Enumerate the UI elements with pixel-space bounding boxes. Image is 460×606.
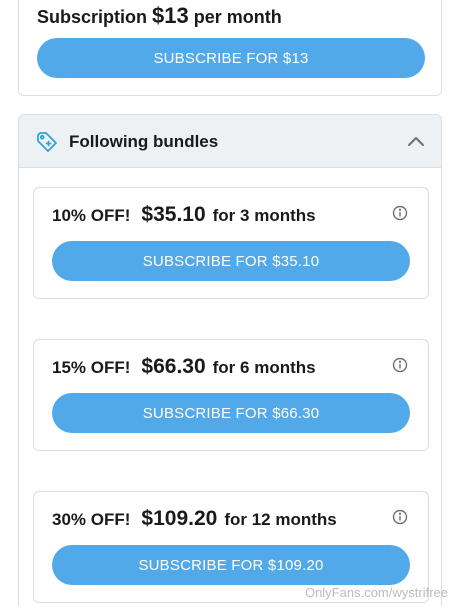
bundle-offer-line: 10% OFF! $35.10 for 3 months: [52, 203, 316, 227]
bundles-section: Following bundles 10% OFF! $35.10 for 3 …: [18, 114, 442, 606]
subscription-label: Subscription: [37, 7, 148, 27]
subscribe-bundle-button[interactable]: SUBSCRIBE FOR $66.30: [52, 393, 410, 433]
bundles-title: Following bundles: [69, 132, 219, 151]
bundle-card-6-months: 15% OFF! $66.30 for 6 months SUBSCRIBE F…: [33, 339, 429, 451]
subscribe-bundle-button[interactable]: SUBSCRIBE FOR $109.20: [52, 545, 410, 585]
bundle-price: $35.10: [141, 203, 206, 226]
bundle-duration: for 3 months: [212, 206, 316, 225]
bundle-offer-line: 30% OFF! $109.20 for 12 months: [52, 507, 337, 531]
bundle-discount: 10% OFF!: [52, 206, 131, 225]
chevron-up-icon[interactable]: [405, 131, 427, 153]
subscribe-bundle-button[interactable]: SUBSCRIBE FOR $35.10: [52, 241, 410, 281]
bundle-price: $109.20: [141, 507, 218, 530]
info-icon[interactable]: [392, 509, 408, 525]
subscription-price: $13: [152, 3, 189, 28]
subscription-period: per month: [193, 7, 282, 27]
subscription-price-line: Subscription $13 per month: [37, 3, 282, 29]
info-icon[interactable]: [392, 205, 408, 221]
bundle-card-3-months: 10% OFF! $35.10 for 3 months SUBSCRIBE F…: [33, 187, 429, 299]
subscription-card: Subscription $13 per month SUBSCRIBE FOR…: [18, 0, 442, 96]
subscribe-button[interactable]: SUBSCRIBE FOR $13: [37, 38, 425, 78]
bundles-header[interactable]: Following bundles: [19, 115, 441, 168]
bundle-price: $66.30: [141, 355, 206, 378]
bundle-duration: for 6 months: [212, 358, 316, 377]
bundle-offer-line: 15% OFF! $66.30 for 6 months: [52, 355, 316, 379]
bundle-discount: 15% OFF!: [52, 358, 131, 377]
bundle-duration: for 12 months: [224, 510, 337, 529]
info-icon[interactable]: [392, 357, 408, 373]
tag-icon: [37, 132, 57, 152]
watermark: OnlyFans.com/wystrifree: [304, 585, 448, 600]
bundle-discount: 30% OFF!: [52, 510, 131, 529]
